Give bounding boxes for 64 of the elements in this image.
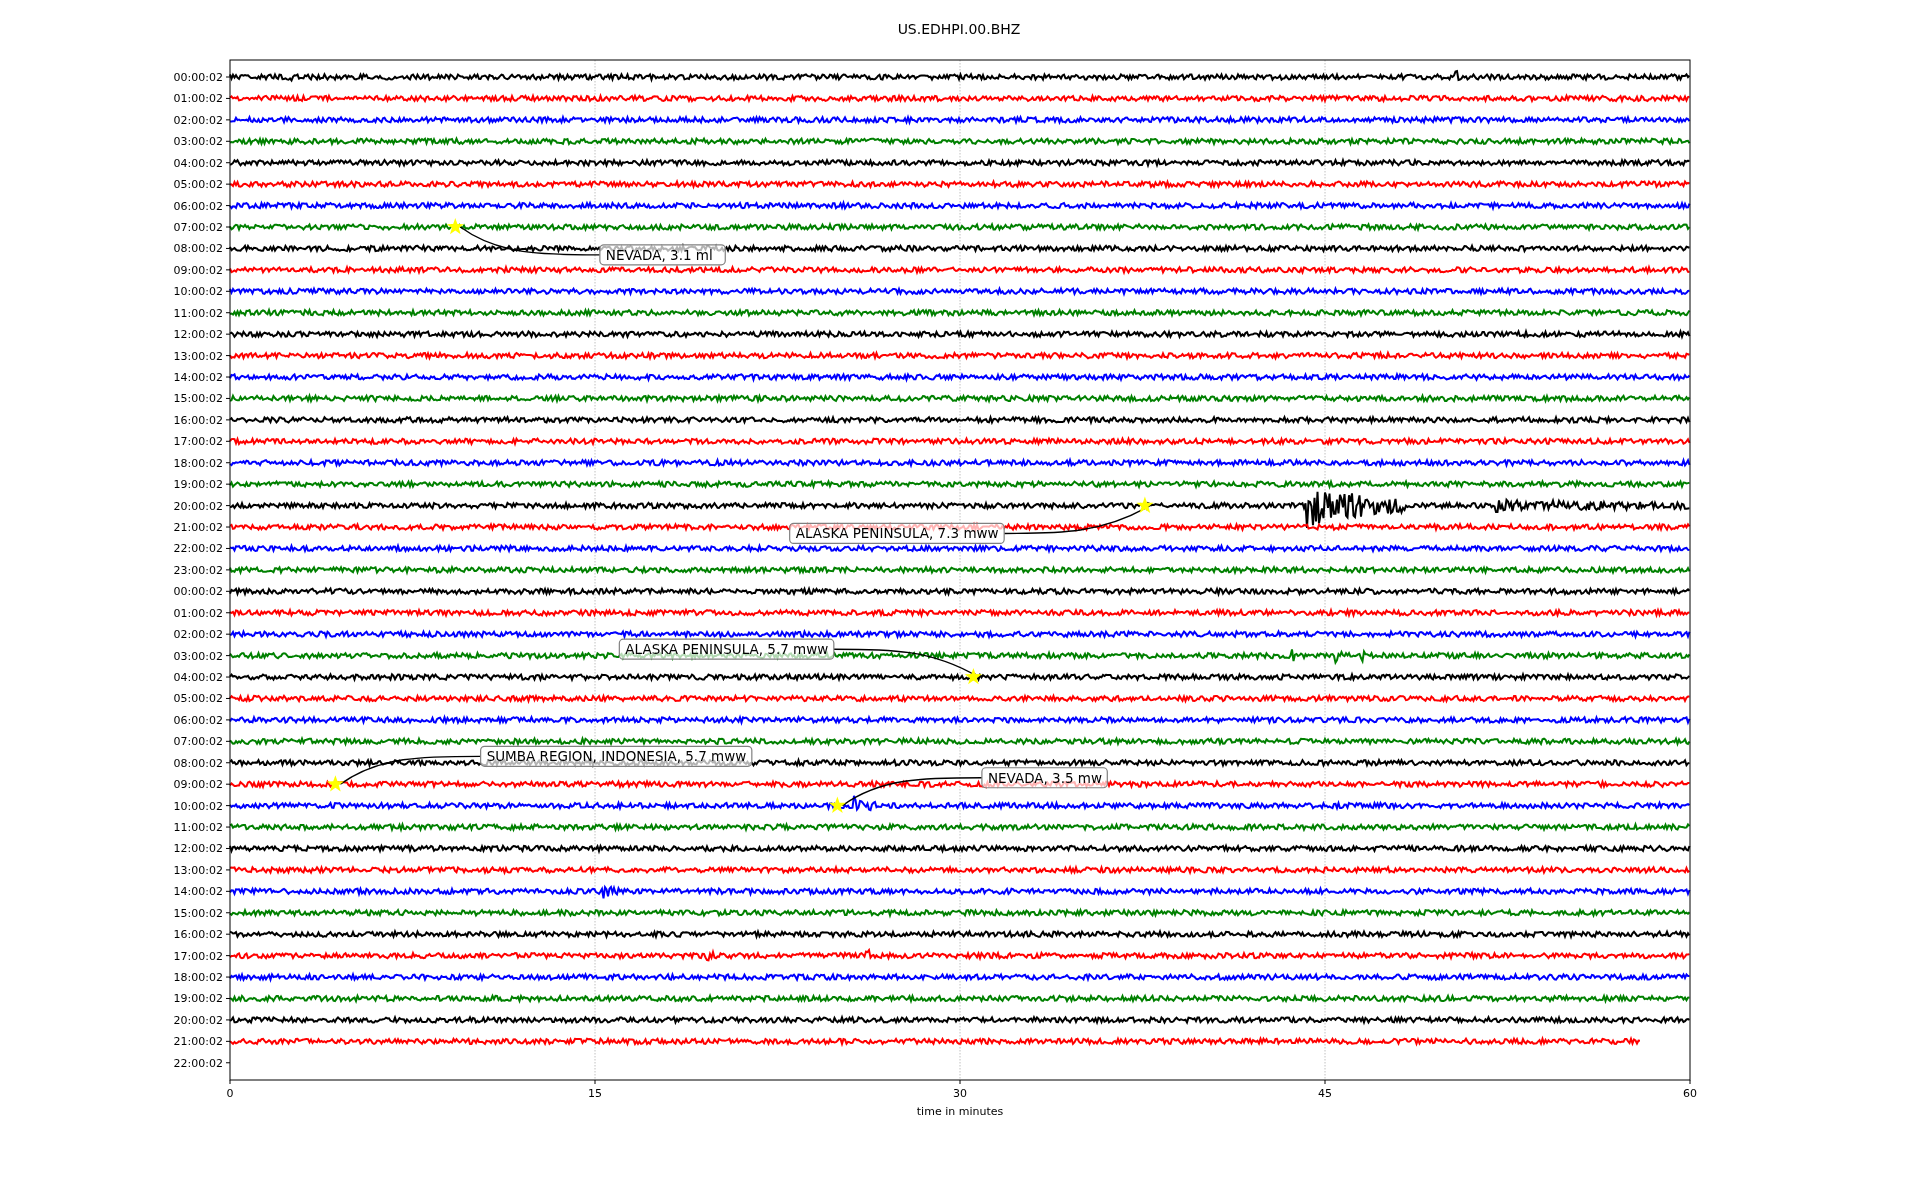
hour-label: 19:00:02 bbox=[173, 992, 223, 1006]
hour-label: 13:00:02 bbox=[173, 863, 223, 877]
event-star-icon bbox=[964, 668, 982, 685]
event-star-icon bbox=[1136, 496, 1154, 513]
hour-label: 10:00:02 bbox=[173, 799, 223, 813]
event-label: SUMBA REGION, INDONESIA, 5.7 mww bbox=[480, 745, 753, 767]
hour-label: 01:00:02 bbox=[173, 92, 223, 106]
hour-label: 09:00:02 bbox=[173, 263, 223, 277]
hour-label: 08:00:02 bbox=[173, 756, 223, 770]
hour-label: 00:00:02 bbox=[173, 71, 223, 84]
event-star-icon bbox=[828, 796, 846, 813]
hour-label: 06:00:02 bbox=[173, 713, 223, 727]
event-star-icon bbox=[326, 775, 344, 792]
hour-label: 17:00:02 bbox=[173, 435, 223, 449]
hour-label: 00:00:02 bbox=[173, 585, 223, 599]
hour-label: 15:00:02 bbox=[173, 392, 223, 406]
hour-label: 18:00:02 bbox=[173, 456, 223, 470]
hour-label: 16:00:02 bbox=[173, 413, 223, 427]
hour-label: 15:00:02 bbox=[173, 906, 223, 920]
hour-label: 02:00:02 bbox=[173, 113, 223, 127]
x-tick-label: 45 bbox=[1318, 1087, 1332, 1100]
hour-label: 03:00:02 bbox=[173, 135, 223, 149]
hour-label: 17:00:02 bbox=[173, 949, 223, 963]
hour-label: 13:00:02 bbox=[173, 349, 223, 363]
hour-label: 22:00:02 bbox=[173, 1056, 223, 1070]
hour-label: 07:00:02 bbox=[173, 735, 223, 749]
hour-label: 20:00:02 bbox=[173, 499, 223, 513]
hour-label: 18:00:02 bbox=[173, 971, 223, 985]
x-axis-label: time in minutes bbox=[916, 1105, 1004, 1118]
hour-label: 21:00:02 bbox=[173, 1035, 223, 1049]
hour-label: 10:00:02 bbox=[173, 285, 223, 299]
hour-label: 05:00:02 bbox=[173, 178, 223, 192]
x-tick-label: 60 bbox=[1683, 1087, 1697, 1100]
hour-label: 05:00:02 bbox=[173, 692, 223, 706]
event-label: ALASKA PENINSULA, 5.7 mww bbox=[618, 638, 835, 660]
hour-label: 11:00:02 bbox=[173, 306, 223, 320]
hour-label: 02:00:02 bbox=[173, 628, 223, 642]
hour-label: 04:00:02 bbox=[173, 671, 223, 685]
hour-label: 20:00:02 bbox=[173, 1013, 223, 1027]
event-label: ALASKA PENINSULA, 7.3 mww bbox=[789, 522, 1005, 545]
event-label: NEVADA, 3.1 ml bbox=[599, 244, 726, 266]
hour-label: 12:00:02 bbox=[173, 328, 223, 342]
plot-title: US.EDHPI.00.BHZ bbox=[897, 21, 1021, 37]
hour-label: 19:00:02 bbox=[173, 478, 223, 492]
hour-label: 14:00:02 bbox=[173, 885, 223, 899]
hour-label: 21:00:02 bbox=[173, 521, 223, 535]
hour-label: 23:00:02 bbox=[173, 563, 223, 577]
hour-label: 06:00:02 bbox=[173, 199, 223, 213]
x-tick-label: 15 bbox=[588, 1087, 602, 1100]
event-star-icon bbox=[446, 218, 464, 235]
hour-label: 16:00:02 bbox=[173, 928, 223, 942]
hour-label: 01:00:02 bbox=[173, 606, 223, 620]
hour-label: 04:00:02 bbox=[173, 156, 223, 170]
x-tick-label: 0 bbox=[226, 1087, 234, 1100]
x-tick-label: 30 bbox=[953, 1087, 967, 1100]
hour-label: 12:00:02 bbox=[173, 842, 223, 856]
hour-label: 07:00:02 bbox=[173, 221, 223, 234]
hour-label: 08:00:02 bbox=[173, 242, 223, 256]
hour-label: 09:00:02 bbox=[173, 778, 223, 792]
hour-label: 11:00:02 bbox=[173, 821, 223, 835]
event-label: NEVADA, 3.5 mw bbox=[981, 767, 1108, 789]
hour-label: 22:00:02 bbox=[173, 542, 223, 556]
hour-label: 14:00:02 bbox=[173, 371, 223, 384]
hour-label: 03:00:02 bbox=[173, 649, 223, 663]
